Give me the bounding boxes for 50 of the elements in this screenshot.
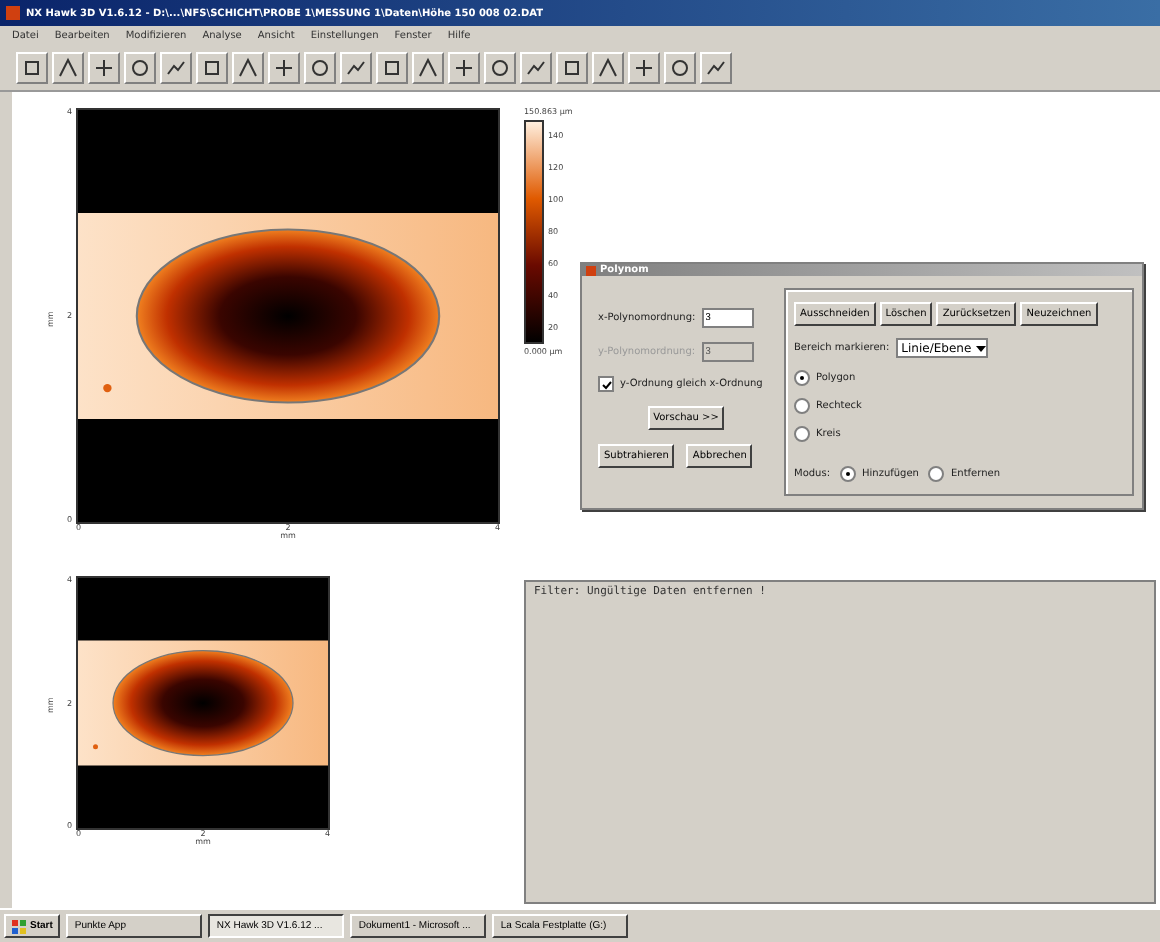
app-icon [586, 265, 596, 275]
radio-button[interactable] [928, 466, 945, 482]
circle-icon [128, 56, 152, 80]
plus-icon [272, 56, 296, 80]
circle-icon [488, 56, 512, 80]
toolbar-button[interactable] [304, 52, 336, 84]
toolbar-button[interactable] [160, 52, 192, 84]
square-icon [20, 56, 44, 80]
toolbar-button[interactable] [556, 52, 588, 84]
peak-icon [56, 56, 80, 80]
toolbar-button[interactable] [520, 52, 552, 84]
toolbar-button[interactable] [268, 52, 300, 84]
toolbar-button[interactable] [52, 52, 84, 84]
toolbar-button[interactable] [592, 52, 624, 84]
app-icon [6, 6, 20, 20]
circle-icon [308, 56, 332, 80]
line-graph-icon [524, 56, 548, 80]
toolbar-button[interactable] [232, 52, 264, 84]
radio-button[interactable] [840, 466, 857, 482]
radio-button[interactable] [794, 426, 810, 442]
caret-icon [975, 343, 986, 353]
plus-icon [92, 56, 116, 80]
toolbar-button[interactable] [628, 52, 660, 84]
radio-button[interactable] [794, 398, 810, 414]
toolbar-button[interactable] [340, 52, 372, 84]
toolbar-button[interactable] [412, 52, 444, 84]
line-graph-icon [164, 56, 188, 80]
line-graph-icon [344, 56, 368, 80]
toolbar-button[interactable] [700, 52, 732, 84]
toolbar-button[interactable] [88, 52, 120, 84]
toolbar-button[interactable] [484, 52, 516, 84]
toolbar-button[interactable] [448, 52, 480, 84]
peak-icon [596, 56, 620, 80]
radio-button[interactable] [794, 370, 810, 386]
plus-icon [632, 56, 656, 80]
peak-icon [416, 56, 440, 80]
line-graph-icon [704, 56, 728, 80]
square-icon [200, 56, 224, 80]
square-icon [380, 56, 404, 80]
toolbar-button[interactable] [16, 52, 48, 84]
toolbar-button[interactable] [664, 52, 696, 84]
windows-logo-icon [12, 919, 26, 933]
checkbox[interactable] [598, 376, 614, 392]
plus-icon [452, 56, 476, 80]
peak-icon [236, 56, 260, 80]
toolbar-button[interactable] [196, 52, 228, 84]
toolbar-button[interactable] [124, 52, 156, 84]
square-icon [560, 56, 584, 80]
circle-icon [668, 56, 692, 80]
toolbar-button[interactable] [376, 52, 408, 84]
